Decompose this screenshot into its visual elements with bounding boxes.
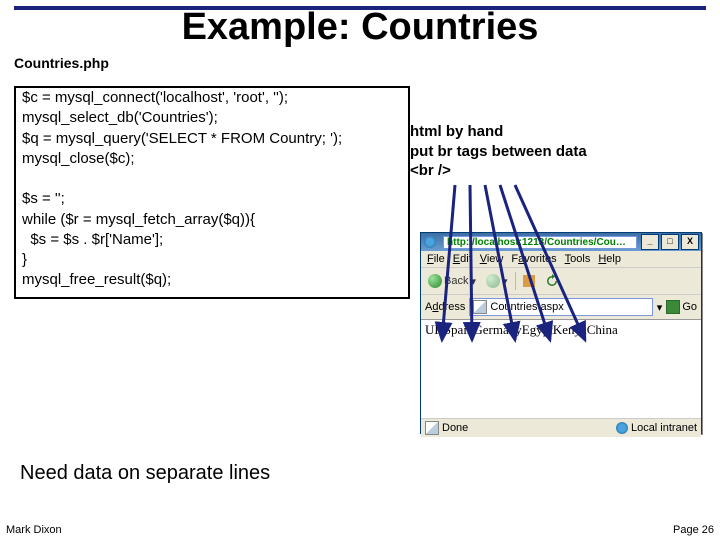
stop-icon (523, 275, 535, 287)
browser-addressbar: Address Countries.aspx ▾ Go (421, 295, 701, 320)
browser-window: http://localhost:1213/Countries/Cou… _ □… (420, 232, 702, 434)
menu-edit[interactable]: Edit (453, 253, 472, 265)
code-filename: Countries.php (14, 56, 114, 71)
code-line: while ($r = mysql_fetch_array($q)){ (22, 210, 402, 230)
menu-file[interactable]: File (427, 253, 445, 265)
window-minimize-button[interactable]: _ (641, 234, 659, 250)
back-label: Back (444, 275, 468, 287)
code-box: $c = mysql_connect('localhost', 'root', … (14, 86, 410, 299)
forward-icon (486, 274, 500, 288)
toolbar-separator (515, 272, 516, 290)
window-maximize-button[interactable]: □ (661, 234, 679, 250)
annotation-line: put br tags between data (410, 142, 587, 162)
chevron-down-icon: ▾ (502, 275, 508, 288)
code-line: mysql_select_db('Countries'); (22, 108, 402, 128)
refresh-icon (545, 274, 559, 288)
code-line: $s = $s . $r['Name']; (22, 230, 402, 250)
annotation-line: <br /> (410, 161, 587, 181)
page-number: Page 26 (673, 524, 714, 536)
page-icon (473, 300, 487, 314)
slide-title: Example: Countries (0, 6, 720, 49)
browser-statusbar: Done Local intranet (421, 419, 701, 437)
status-left-text: Done (442, 422, 468, 434)
menu-view[interactable]: View (480, 253, 504, 265)
chevron-down-icon: ▾ (470, 275, 476, 288)
annotation: html by hand put br tags between data <b… (410, 122, 587, 181)
browser-menubar: File Edit View Favorites Tools Help (421, 251, 701, 268)
status-right-text: Local intranet (631, 422, 697, 434)
address-dropdown-icon[interactable]: ▾ (657, 301, 663, 314)
author-label: Mark Dixon (6, 524, 62, 536)
code-line: $c = mysql_connect('localhost', 'root', … (22, 88, 402, 108)
browser-title-url: http://localhost:1213/Countries/Cou… (443, 236, 637, 249)
code-line: } (22, 250, 402, 270)
status-doc-icon (425, 421, 439, 435)
code-line: mysql_close($c); (22, 149, 402, 169)
go-label: Go (682, 301, 697, 313)
code-line: mysql_free_result($q); (22, 270, 402, 290)
zone-icon (616, 422, 628, 434)
window-close-button[interactable]: X (681, 234, 699, 250)
menu-help[interactable]: Help (598, 253, 621, 265)
annotation-line: html by hand (410, 122, 587, 142)
back-icon (428, 274, 442, 288)
go-button[interactable]: Go (666, 300, 697, 314)
browser-content: UKSpainGermanyEgyptKenyaChina (421, 320, 701, 419)
code-line: $s = ''; (22, 189, 402, 209)
page-output-text: UKSpainGermanyEgyptKenyaChina (425, 322, 618, 337)
menu-tools[interactable]: Tools (565, 253, 591, 265)
back-button[interactable]: Back ▾ (425, 273, 479, 289)
address-value: Countries.aspx (490, 301, 563, 313)
address-input[interactable]: Countries.aspx (469, 298, 652, 316)
go-icon (666, 300, 680, 314)
ie-icon (423, 235, 437, 249)
forward-button[interactable]: ▾ (483, 273, 511, 289)
menu-favorites[interactable]: Favorites (511, 253, 556, 265)
refresh-button[interactable] (542, 273, 562, 289)
code-line (22, 169, 402, 189)
browser-toolbar: Back ▾ ▾ (421, 268, 701, 295)
footer-note: Need data on separate lines (20, 462, 270, 485)
address-label: Address (425, 301, 465, 313)
stop-button[interactable] (520, 274, 538, 288)
browser-titlebar[interactable]: http://localhost:1213/Countries/Cou… _ □… (421, 233, 701, 251)
code-line: $q = mysql_query('SELECT * FROM Country;… (22, 129, 402, 149)
